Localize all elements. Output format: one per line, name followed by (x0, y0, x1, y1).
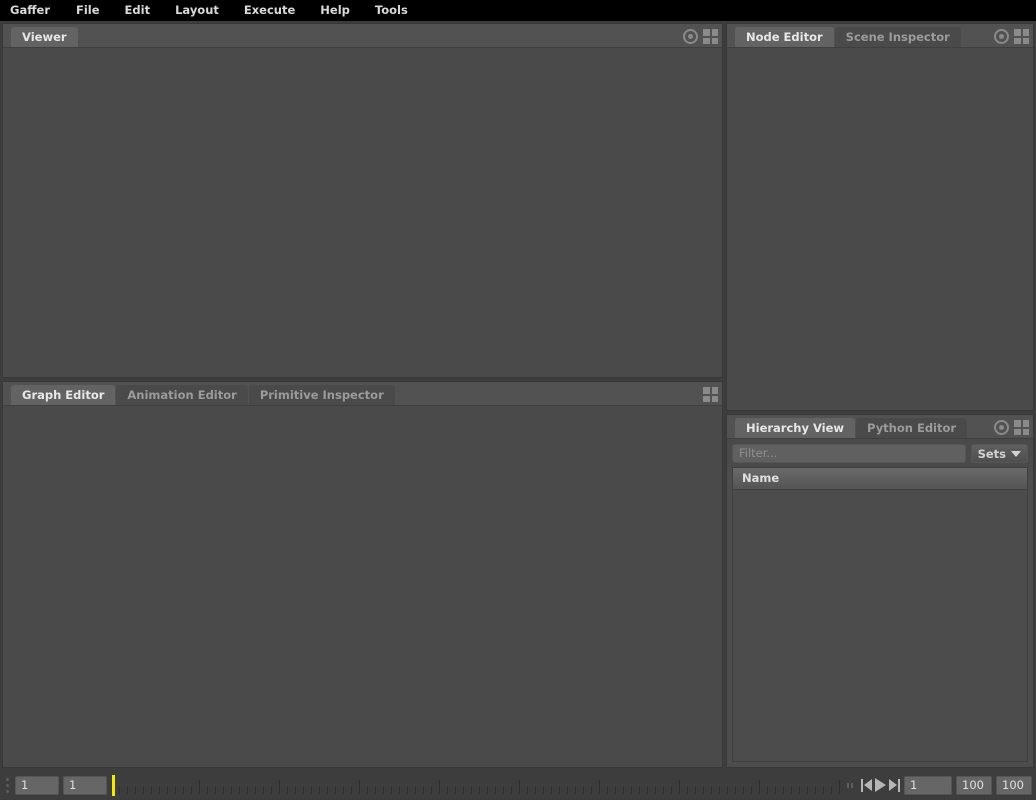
skip-to-start-icon[interactable] (861, 778, 872, 792)
tab-graph-editor[interactable]: Graph Editor (11, 385, 116, 405)
skip-to-end-icon[interactable] (889, 778, 900, 792)
transport-controls (861, 778, 900, 792)
menu-item-gaffer[interactable]: Gaffer (10, 0, 63, 21)
tab-viewer[interactable]: Viewer (11, 27, 78, 47)
target-icon[interactable] (683, 29, 698, 44)
graph-editor-tab-icons (703, 387, 718, 402)
layout-grid-icon[interactable] (703, 387, 718, 402)
node-editor-content[interactable] (727, 48, 1033, 410)
menu-item-help[interactable]: Help (320, 0, 363, 21)
playback-frame-field[interactable] (63, 775, 107, 795)
frame-start-field[interactable] (15, 775, 59, 795)
range-end-field[interactable] (956, 775, 992, 795)
application-window: Gaffer File Edit Layout Execute Help Too… (0, 0, 1036, 800)
target-icon[interactable] (994, 29, 1009, 44)
timeline-playhead[interactable] (112, 774, 115, 796)
menu-item-layout[interactable]: Layout (175, 0, 232, 21)
tab-animation-editor[interactable]: Animation Editor (116, 385, 248, 405)
timeline-bar (0, 770, 1036, 800)
viewer-canvas[interactable] (3, 48, 722, 377)
graph-editor-tabbar: Graph Editor Animation Editor Primitive … (3, 382, 722, 406)
chevron-down-icon (1011, 450, 1021, 457)
tab-primitive-inspector[interactable]: Primitive Inspector (248, 385, 395, 405)
column-header-name[interactable]: Name (733, 468, 1027, 490)
graph-editor-canvas[interactable] (3, 406, 722, 767)
tab-scene-inspector[interactable]: Scene Inspector (834, 27, 961, 47)
hierarchy-view-panel: Hierarchy View Python Editor Sets Na (726, 414, 1034, 768)
hierarchy-view-tab-icons (994, 420, 1029, 435)
fps-field[interactable] (996, 775, 1032, 795)
hierarchy-view-tabbar: Hierarchy View Python Editor (727, 415, 1033, 439)
viewer-panel: Viewer (2, 23, 723, 378)
tab-node-editor[interactable]: Node Editor (735, 27, 834, 47)
hierarchy-view-toolbar: Sets (727, 439, 1033, 467)
timeline-ruler[interactable] (119, 774, 841, 796)
layout-grid-icon[interactable] (1014, 420, 1029, 435)
menu-bar: Gaffer File Edit Layout Execute Help Too… (0, 0, 1036, 21)
hierarchy-tree: Name (732, 467, 1028, 762)
hierarchy-rows[interactable] (733, 490, 1027, 761)
menu-item-execute[interactable]: Execute (244, 0, 308, 21)
viewer-tabbar: Viewer (3, 24, 722, 48)
target-icon[interactable] (994, 420, 1009, 435)
sets-dropdown-button[interactable]: Sets (970, 444, 1028, 463)
right-column: Node Editor Scene Inspector Hierarchy Vi… (726, 23, 1034, 768)
graph-editor-panel: Graph Editor Animation Editor Primitive … (2, 381, 723, 768)
menu-item-file[interactable]: File (76, 0, 113, 21)
layout-grid-icon[interactable] (703, 29, 718, 44)
menu-item-edit[interactable]: Edit (125, 0, 164, 21)
workspace: Viewer Graph Editor Animation Editor Pri… (0, 21, 1036, 770)
tab-python-editor[interactable]: Python Editor (856, 418, 968, 438)
viewer-tab-icons (683, 29, 718, 44)
left-column: Viewer Graph Editor Animation Editor Pri… (2, 23, 723, 768)
timeline-drag-handle[interactable] (4, 774, 11, 796)
node-editor-panel: Node Editor Scene Inspector (726, 23, 1034, 411)
node-editor-tabbar: Node Editor Scene Inspector (727, 24, 1033, 48)
node-editor-tab-icons (994, 29, 1029, 44)
sets-dropdown-label: Sets (977, 446, 1006, 461)
tab-hierarchy-view[interactable]: Hierarchy View (735, 418, 856, 438)
timeline-resize-grip[interactable] (847, 782, 853, 788)
filter-input[interactable] (732, 444, 966, 463)
menu-item-tools[interactable]: Tools (375, 0, 421, 21)
play-icon[interactable] (875, 778, 886, 792)
layout-grid-icon[interactable] (1014, 29, 1029, 44)
current-frame-field[interactable] (904, 775, 952, 795)
